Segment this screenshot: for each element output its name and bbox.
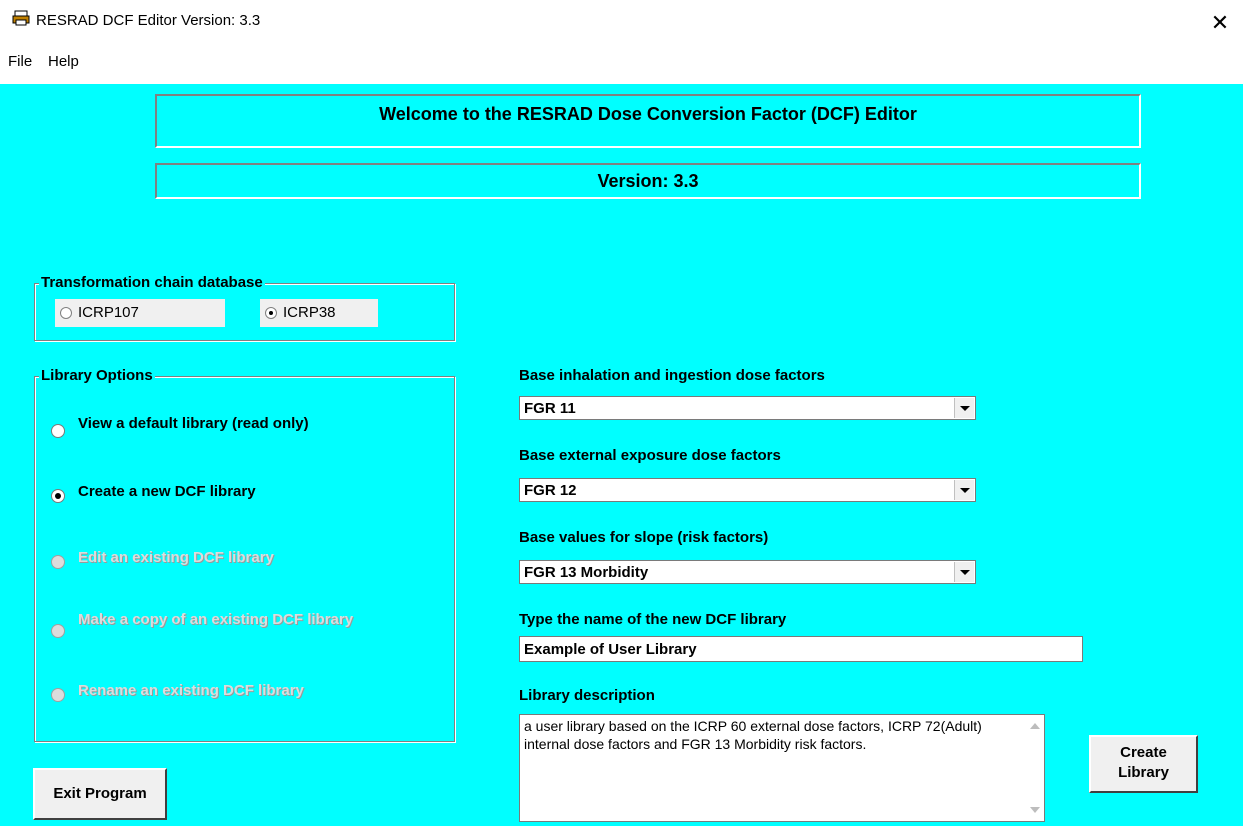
radio-icrp38-circle[interactable] bbox=[265, 307, 277, 319]
main-panel: Welcome to the RESRAD Dose Conversion Fa… bbox=[0, 84, 1243, 826]
library-description-textarea[interactable]: a user library based on the ICRP 60 exte… bbox=[519, 714, 1045, 822]
menu-help[interactable]: Help bbox=[48, 53, 79, 70]
exit-program-button[interactable]: Exit Program bbox=[33, 768, 167, 820]
menu-bar: File Help bbox=[0, 50, 1243, 74]
menu-file[interactable]: File bbox=[8, 53, 32, 70]
chevron-down-icon[interactable] bbox=[954, 562, 974, 582]
library-name-label: Type the name of the new DCF library bbox=[519, 611, 787, 628]
library-description-text: a user library based on the ICRP 60 exte… bbox=[524, 718, 982, 752]
welcome-text: Welcome to the RESRAD Dose Conversion Fa… bbox=[379, 104, 917, 124]
option-create-new-label[interactable]: Create a new DCF library bbox=[78, 483, 256, 500]
transformation-chain-group: Transformation chain database ICRP107 IC… bbox=[34, 274, 455, 341]
radio-icrp107[interactable]: ICRP107 bbox=[55, 299, 225, 327]
chevron-down-icon[interactable] bbox=[954, 480, 974, 500]
library-name-input[interactable]: Example of User Library bbox=[519, 636, 1083, 662]
slope-value: FGR 13 Morbidity bbox=[524, 564, 649, 581]
scroll-down-icon[interactable] bbox=[1030, 807, 1040, 813]
window-title: RESRAD DCF Editor Version: 3.3 bbox=[36, 12, 261, 29]
radio-icrp107-circle[interactable] bbox=[60, 307, 72, 319]
option-copy-existing-label: Make a copy of an existing DCF library bbox=[78, 611, 354, 628]
scroll-up-icon[interactable] bbox=[1030, 723, 1040, 729]
external-value: FGR 12 bbox=[524, 482, 577, 499]
exit-program-label: Exit Program bbox=[53, 785, 147, 802]
radio-icrp38-label: ICRP38 bbox=[283, 304, 336, 321]
external-select[interactable]: FGR 12 bbox=[519, 478, 976, 502]
title-bar: RESRAD DCF Editor Version: 3.3 ✕ bbox=[0, 0, 1243, 46]
close-icon[interactable]: ✕ bbox=[1197, 0, 1243, 46]
option-create-new-radio[interactable] bbox=[51, 489, 65, 503]
slope-label: Base values for slope (risk factors) bbox=[519, 529, 769, 546]
slope-select[interactable]: FGR 13 Morbidity bbox=[519, 560, 976, 584]
inhalation-value: FGR 11 bbox=[524, 400, 576, 417]
app-icon bbox=[12, 10, 30, 26]
create-library-label: Create Library bbox=[1118, 744, 1169, 781]
inhalation-label: Base inhalation and ingestion dose facto… bbox=[519, 367, 825, 384]
create-library-button[interactable]: Create Library bbox=[1089, 735, 1198, 793]
option-edit-existing-radio bbox=[51, 555, 65, 569]
library-name-value: Example of User Library bbox=[524, 641, 697, 658]
library-options-legend: Library Options bbox=[39, 367, 155, 384]
library-description-label: Library description bbox=[519, 687, 655, 704]
external-label: Base external exposure dose factors bbox=[519, 447, 781, 464]
version-text: Version: 3.3 bbox=[597, 171, 699, 191]
radio-icrp107-label: ICRP107 bbox=[78, 304, 139, 321]
version-banner: Version: 3.3 bbox=[155, 163, 1141, 199]
welcome-banner: Welcome to the RESRAD Dose Conversion Fa… bbox=[155, 94, 1141, 148]
option-view-default-label[interactable]: View a default library (read only) bbox=[78, 415, 309, 432]
option-view-default-radio[interactable] bbox=[51, 424, 65, 438]
option-rename-existing-label: Rename an existing DCF library bbox=[78, 682, 304, 699]
option-edit-existing-label: Edit an existing DCF library bbox=[78, 549, 274, 566]
option-rename-existing-radio bbox=[51, 688, 65, 702]
chevron-down-icon[interactable] bbox=[954, 398, 974, 418]
inhalation-select[interactable]: FGR 11 bbox=[519, 396, 976, 420]
transformation-chain-legend: Transformation chain database bbox=[39, 274, 265, 291]
option-copy-existing-radio bbox=[51, 624, 65, 638]
library-options-group: Library Options View a default library (… bbox=[34, 367, 455, 742]
description-scrollbar[interactable] bbox=[1026, 715, 1044, 821]
radio-icrp38[interactable]: ICRP38 bbox=[260, 299, 378, 327]
